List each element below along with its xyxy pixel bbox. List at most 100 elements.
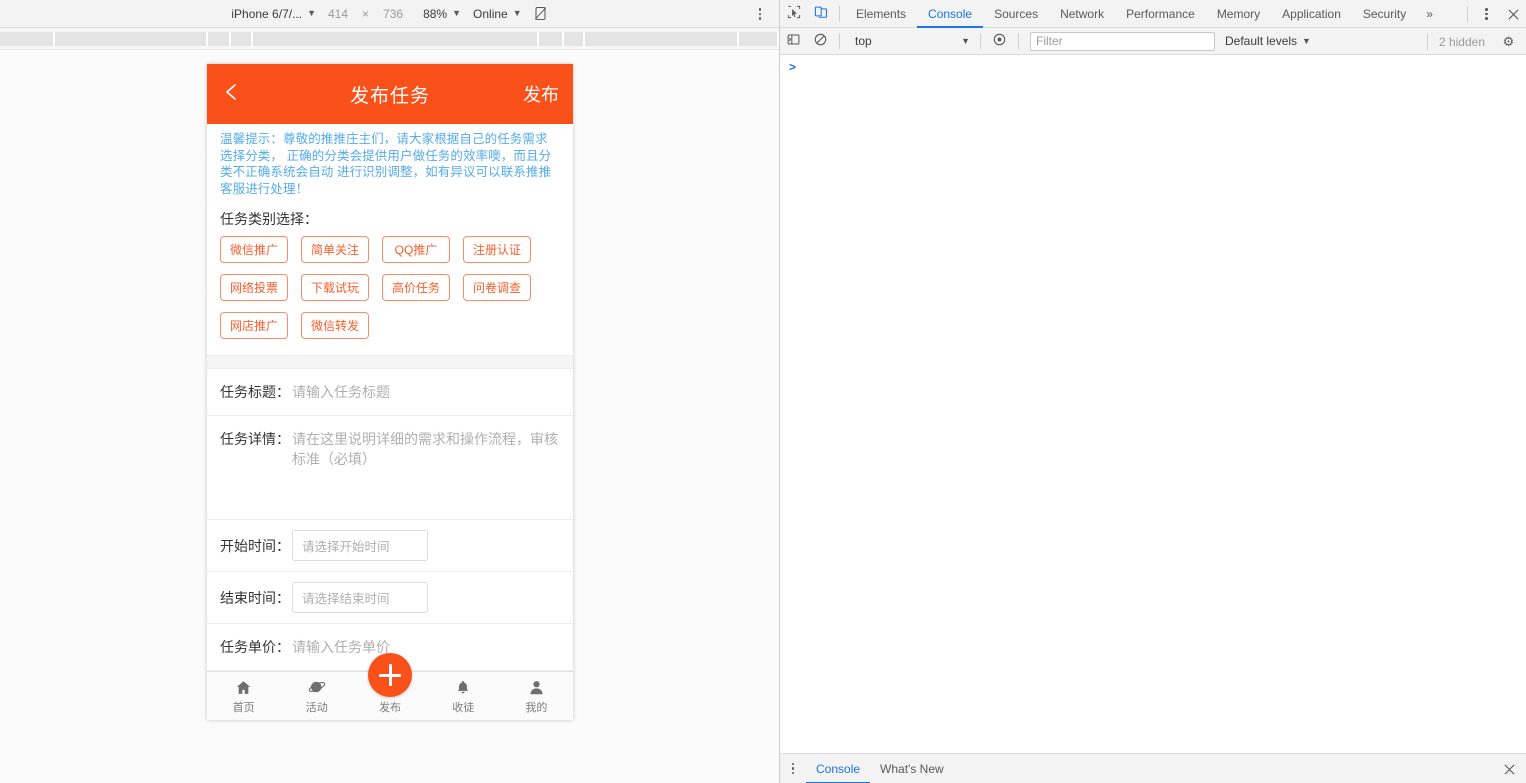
console-sidebar-icon — [787, 33, 800, 49]
page-title: 发布任务 — [207, 81, 573, 108]
tab-apprentice-label: 收徒 — [452, 699, 474, 715]
task-detail-textarea[interactable]: 请在这里说明详细的需求和操作流程，审核标准（必填） — [290, 429, 560, 469]
create-live-expression-button[interactable] — [986, 27, 1013, 55]
devtools-pane: Elements Console Sources Network Perform… — [780, 0, 1526, 783]
screen-root: iPhone 6/7/... ▼ 414 × 736 88% ▼ Online … — [0, 0, 1526, 783]
media-query-segment[interactable] — [55, 32, 208, 46]
console-sidebar-button[interactable] — [780, 27, 807, 55]
end-time-label: 结束时间： — [220, 588, 290, 608]
device-stage: 发布任务 发布 温馨提示：尊敬的推推庄主们，请大家根据自己的任务需求选择分类， … — [0, 50, 779, 783]
tip-banner: 温馨提示：尊敬的推推庄主们，请大家根据自己的任务需求选择分类， 正确的分类会提供… — [207, 124, 573, 201]
start-time-input[interactable]: 请选择开始时间 — [292, 530, 428, 561]
planet-icon — [308, 677, 326, 697]
category-option-4[interactable]: 网络投票 — [220, 274, 288, 301]
category-option-1[interactable]: 简单关注 — [301, 236, 369, 263]
toolbar-divider — [980, 33, 981, 49]
tab-console[interactable]: Console — [917, 0, 983, 28]
tab-apprentice[interactable]: 收徒 — [427, 672, 500, 715]
tab-security[interactable]: Security — [1352, 0, 1417, 28]
category-option-0[interactable]: 微信推广 — [220, 236, 288, 263]
tab-elements[interactable]: Elements — [845, 0, 917, 28]
console-log-levels-value: Default levels — [1225, 34, 1297, 48]
media-query-segment[interactable] — [253, 32, 540, 46]
device-height-value: 736 — [383, 7, 403, 21]
media-query-segment[interactable] — [231, 32, 253, 46]
tab-home[interactable]: 首页 — [207, 672, 280, 715]
task-detail-placeholder: 请在这里说明详细的需求和操作流程，审核标准（必填） — [292, 429, 560, 469]
chevron-down-icon: ▼ — [452, 9, 461, 18]
toggle-device-toolbar-button[interactable] — [807, 0, 834, 28]
media-query-ruler[interactable] — [0, 28, 779, 50]
toolbar-divider — [1427, 34, 1428, 50]
form-row-end-time[interactable]: 结束时间： 请选择结束时间 — [207, 572, 573, 624]
close-devtools-button[interactable] — [1500, 0, 1526, 28]
device-emulation-pane: iPhone 6/7/... ▼ 414 × 736 88% ▼ Online … — [0, 0, 780, 783]
device-select[interactable]: iPhone 6/7/... ▼ — [225, 0, 322, 28]
category-option-3[interactable]: 注册认证 — [463, 236, 531, 263]
vertical-dots-icon — [792, 763, 795, 775]
rotate-icon[interactable] — [528, 0, 554, 28]
device-width-input[interactable]: 414 — [322, 0, 354, 28]
drawer-menu-button[interactable] — [780, 754, 806, 783]
tab-sources[interactable]: Sources — [983, 0, 1049, 28]
form-row-task-detail[interactable]: 任务详情： 请在这里说明详细的需求和操作流程，审核标准（必填） — [207, 416, 573, 520]
form-row-task-title[interactable]: 任务标题： 请输入任务标题 — [207, 369, 573, 416]
media-query-segment[interactable] — [739, 32, 779, 46]
toolbar-divider — [839, 6, 840, 22]
form-row-start-time[interactable]: 开始时间： 请选择开始时间 — [207, 520, 573, 572]
task-title-input[interactable]: 请输入任务标题 — [290, 382, 560, 402]
console-input-prompt[interactable]: > — [780, 55, 1526, 74]
console-filter-placeholder: Filter — [1036, 34, 1063, 48]
media-query-segment[interactable] — [208, 32, 231, 46]
media-query-track[interactable] — [0, 32, 779, 46]
devtools-settings-menu-button[interactable] — [1473, 0, 1500, 28]
execution-context-select[interactable]: top ▼ — [848, 32, 975, 51]
section-divider — [207, 355, 573, 369]
category-option-5[interactable]: 下载试玩 — [301, 274, 369, 301]
throttling-select[interactable]: Online ▼ — [467, 0, 528, 28]
console-message-area[interactable]: > — [780, 55, 1526, 753]
prompt-arrow-icon: > — [789, 60, 796, 74]
start-time-wrap: 请选择开始时间 — [290, 530, 560, 561]
vertical-dots-icon — [759, 8, 762, 20]
more-panels-button[interactable]: » — [1417, 0, 1442, 28]
console-log-levels-select[interactable]: Default levels ▼ — [1225, 34, 1311, 48]
category-grid: 微信推广 简单关注 QQ推广 注册认证 网络投票 下载试玩 高价任务 问卷调查 … — [220, 236, 560, 355]
close-drawer-button[interactable] — [1498, 754, 1520, 783]
end-time-input[interactable]: 请选择结束时间 — [292, 582, 428, 613]
unit-price-input[interactable]: 请输入任务单价 — [290, 637, 560, 657]
category-section: 任务类别选择： 微信推广 简单关注 QQ推广 注册认证 网络投票 下载试玩 高价… — [207, 201, 573, 355]
tab-application[interactable]: Application — [1271, 0, 1352, 28]
zoom-select[interactable]: 88% ▼ — [417, 0, 467, 28]
console-filter-input[interactable]: Filter — [1030, 32, 1215, 51]
media-query-segment[interactable] — [539, 32, 563, 46]
tab-activity[interactable]: 活动 — [280, 672, 353, 715]
category-option-2[interactable]: QQ推广 — [382, 236, 450, 263]
category-option-9[interactable]: 微信转发 — [301, 312, 369, 339]
vertical-dots-icon — [1485, 8, 1488, 20]
tab-publish[interactable]: 发布 — [353, 672, 426, 715]
drawer-tab-whats-new[interactable]: What's New — [870, 754, 954, 783]
tab-network[interactable]: Network — [1049, 0, 1115, 28]
tab-performance[interactable]: Performance — [1115, 0, 1206, 28]
media-query-segment[interactable] — [0, 32, 55, 46]
media-query-segment[interactable] — [585, 32, 738, 46]
device-toolbar-menu-button[interactable] — [751, 0, 769, 28]
publish-fab-button[interactable] — [368, 653, 412, 697]
device-height-input[interactable]: 736 — [377, 0, 409, 28]
category-option-7[interactable]: 问卷调查 — [463, 274, 531, 301]
chevron-down-icon: ▼ — [307, 9, 316, 18]
clear-console-button[interactable] — [807, 27, 834, 55]
hidden-messages-count: 2 hidden — [1439, 35, 1489, 49]
publish-button[interactable]: 发布 — [523, 64, 559, 124]
drawer-tab-console[interactable]: Console — [806, 754, 870, 783]
console-settings-button[interactable]: ⚙ — [1495, 28, 1522, 56]
inspect-element-button[interactable] — [780, 0, 807, 28]
chevron-down-icon: ▼ — [1302, 37, 1311, 46]
category-option-6[interactable]: 高价任务 — [382, 274, 450, 301]
tab-memory[interactable]: Memory — [1206, 0, 1271, 28]
category-option-8[interactable]: 网店推广 — [220, 312, 288, 339]
tab-mine-label: 我的 — [525, 699, 547, 715]
tab-mine[interactable]: 我的 — [500, 672, 573, 715]
media-query-segment[interactable] — [564, 32, 586, 46]
